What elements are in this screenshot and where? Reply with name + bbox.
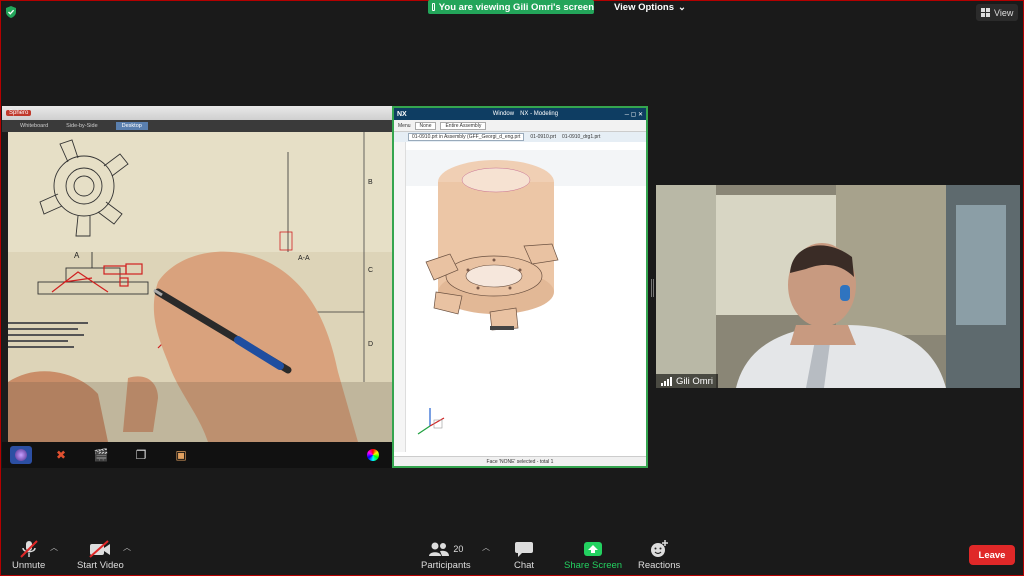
view-button[interactable]: View [976, 4, 1019, 21]
tab-side-by-side[interactable]: Side-by-Side [66, 123, 98, 129]
camera-feed-drawing: A A-A B C D [8, 132, 392, 442]
engineering-drawing-image: A A-A B C D [8, 132, 392, 442]
video-off-icon [88, 538, 112, 560]
share-screen-icon [582, 538, 604, 560]
participant-name-tag: Gili Omri [656, 374, 718, 388]
sphero-app-window: Sphero Whiteboard Side-by-Side Desktop A… [2, 106, 392, 468]
nx-model-graphic [406, 150, 646, 435]
nx-title-text: NX - Modeling [520, 111, 559, 117]
shared-screen[interactable]: Sphero Whiteboard Side-by-Side Desktop A… [2, 106, 648, 468]
audio-options-caret[interactable]: ︿ [50, 542, 58, 553]
video-options-caret[interactable]: ︿ [123, 542, 131, 553]
sphero-tabs: Whiteboard Side-by-Side Desktop [2, 120, 392, 132]
drawing-label-b: B [368, 179, 373, 186]
drawing-label-c: C [368, 267, 373, 274]
unmute-label: Unmute [12, 560, 46, 571]
nx-window-menu[interactable]: Window [493, 111, 514, 117]
view-options-label: View Options [614, 1, 675, 13]
leave-button[interactable]: Leave [969, 545, 1015, 565]
drawing-label-a: A [74, 251, 80, 260]
nx-filter-field[interactable]: None [414, 121, 437, 130]
grid-view-icon [981, 8, 990, 17]
chat-label: Chat [514, 560, 535, 571]
muted-microphone-icon [18, 538, 40, 560]
sphero-app-name: Sphero [6, 110, 32, 116]
nx-selection-bar: Menu None Entire Assembly [394, 120, 646, 132]
reactions-label: Reactions [638, 560, 681, 571]
nx-status-text: Face 'NONE' selected - total 1 [486, 458, 554, 465]
participants-label: Participants [421, 560, 471, 571]
chat-bubble-icon [514, 538, 534, 560]
nx-file-tabs: 01-0910.prt in Assembly (GFF_Georgi_d_en… [394, 132, 646, 142]
nx-logo: NX [397, 110, 407, 118]
panel-splitter-handle[interactable] [651, 279, 654, 297]
participants-count: 20 [453, 544, 464, 554]
nx-scope-field[interactable]: Entire Assembly [440, 121, 487, 130]
nx-menu-button[interactable]: Menu [398, 123, 411, 129]
start-video-button[interactable]: Start Video [77, 538, 124, 571]
tab-part-file[interactable]: 01-0910.prt [530, 134, 556, 140]
close-tools-icon[interactable]: ✖ [50, 446, 72, 464]
participants-options-caret[interactable]: ︿ [482, 542, 490, 553]
window-controls-icon[interactable]: ─ ▢ ✕ [625, 111, 643, 118]
drawing-label-aa: A-A [298, 255, 310, 262]
tab-assembly-file[interactable]: 01-0910.prt in Assembly (GFF_Georgi_d_en… [408, 133, 525, 141]
drawing-label-d: D [368, 341, 373, 348]
chevron-down-icon: ⌄ [678, 1, 686, 13]
share-screen-label: Share Screen [564, 560, 623, 571]
participants-button[interactable]: 20 Participants [421, 538, 471, 571]
sphero-toolbar: ✖ 🎬 ❐ ▣ [2, 442, 392, 468]
participant-video-tile[interactable]: Gili Omri [656, 185, 1020, 388]
copy-pages-icon[interactable]: ❐ [130, 446, 152, 464]
participant-video-image [656, 185, 1020, 388]
nx-3d-viewport[interactable] [406, 142, 646, 456]
viewing-banner-text: You are viewing Gili Omri's screen [438, 1, 594, 13]
reactions-button[interactable]: Reactions [638, 538, 680, 571]
participant-name: Gili Omri [676, 375, 713, 387]
nx-title-bar: NX Window NX - Modeling ─ ▢ ✕ [394, 108, 646, 120]
color-wheel-icon[interactable] [362, 446, 384, 464]
chat-button[interactable]: Chat [514, 538, 534, 571]
projector-icon[interactable]: ▣ [170, 446, 192, 464]
start-video-label: Start Video [77, 560, 124, 571]
nx-status-bar: Face 'NONE' selected - total 1 [394, 456, 646, 466]
tab-whiteboard[interactable]: Whiteboard [20, 123, 48, 129]
camera-lens-icon[interactable] [10, 446, 32, 464]
view-options-menu[interactable]: View Options ⌄ [614, 0, 686, 14]
nx-resource-bar[interactable] [394, 142, 406, 452]
tab-desktop[interactable]: Desktop [115, 122, 148, 130]
security-shield-icon[interactable] [4, 5, 18, 19]
smiley-plus-icon [648, 538, 670, 560]
participants-icon: 20 [428, 538, 463, 560]
clapperboard-icon[interactable]: 🎬 [90, 446, 112, 464]
screen-share-icon [432, 3, 435, 11]
viewing-screen-banner: You are viewing Gili Omri's screen [428, 0, 594, 14]
share-screen-button[interactable]: Share Screen [564, 538, 622, 571]
tab-drawing-file[interactable]: 01-0910_drg1.prt [562, 134, 600, 140]
nx-app-window: NX Window NX - Modeling ─ ▢ ✕ Menu None … [392, 106, 648, 468]
unmute-button[interactable]: Unmute [12, 538, 45, 571]
sphero-title-bar: Sphero [2, 106, 392, 120]
view-button-label: View [994, 7, 1014, 18]
connection-signal-icon [661, 376, 672, 386]
